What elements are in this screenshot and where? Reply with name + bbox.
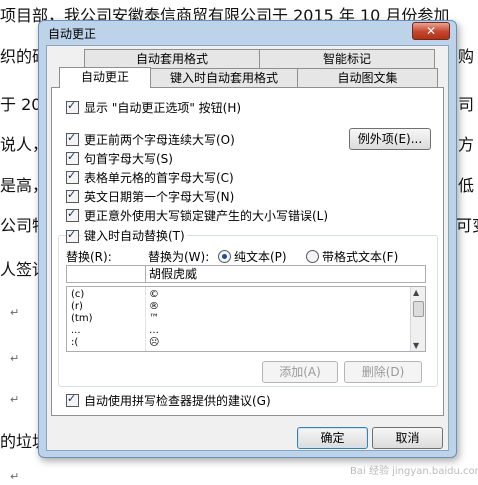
entry-from: (c) xyxy=(71,289,85,300)
option-checkbox[interactable] xyxy=(66,207,79,222)
entry-to: … xyxy=(149,325,159,336)
ok-button[interactable]: 确定 xyxy=(297,427,368,449)
tab-autocorrect[interactable]: 自动更正 xyxy=(59,67,151,88)
autocorrect-entries-list[interactable]: (c) © (r) ® (tm) ™ ... … :( ☹ ▲ ▼ xyxy=(66,286,426,352)
entry-to: ☹ xyxy=(149,337,160,348)
replace-label: 替换(R): xyxy=(66,250,112,264)
doc-right-fragment-3: 方 xyxy=(458,135,475,154)
close-button[interactable]: ✕ xyxy=(412,22,450,40)
close-icon: ✕ xyxy=(425,24,437,38)
replace-input[interactable] xyxy=(66,265,146,283)
formatted-text-radio[interactable] xyxy=(306,250,319,263)
option-label: 更正前两个字母连续大写(O) xyxy=(84,133,235,147)
replace-while-typing-label: 键入时自动替换(T) xyxy=(82,227,187,244)
list-item[interactable]: ... … xyxy=(67,325,409,336)
entry-from: :( xyxy=(71,337,79,348)
list-item[interactable]: (r) ® xyxy=(67,301,409,312)
scroll-down-icon[interactable]: ▼ xyxy=(413,341,419,350)
list-item[interactable]: :( ☹ xyxy=(67,337,409,348)
doc-right-fragment-2: 司 xyxy=(458,95,475,114)
pilcrow-mark: ↵ xyxy=(10,352,20,365)
plain-text-label: 纯文本(P) xyxy=(234,250,287,264)
list-item[interactable]: (tm) ™ xyxy=(67,313,409,324)
show-options-label: 显示 "自动更正选项" 按钮(H) xyxy=(84,101,242,115)
tab-smart-tags[interactable]: 智能标记 xyxy=(259,49,435,68)
list-item[interactable]: (c) © xyxy=(67,289,409,300)
list-scrollbar[interactable]: ▲ ▼ xyxy=(410,287,425,351)
option-checkbox[interactable] xyxy=(66,150,79,165)
replace-with-label: 替换为(W): xyxy=(148,250,210,264)
formatted-text-label: 带格式文本(F) xyxy=(322,250,399,264)
tab-autotext[interactable]: 自动图文集 xyxy=(297,68,438,87)
option-checkbox[interactable] xyxy=(66,169,79,184)
pilcrow-mark: ↵ xyxy=(10,393,20,406)
watermark: Bai 经验 jingyan.baidu.com xyxy=(350,466,478,477)
cancel-button[interactable]: 取消 xyxy=(372,427,443,449)
option-checkbox[interactable] xyxy=(66,131,79,146)
tab-autoformat-as-you-type[interactable]: 键入时自动套用格式 xyxy=(150,68,298,87)
dialog-title: 自动更正 xyxy=(48,27,97,41)
pilcrow-mark: ↵ xyxy=(10,306,20,319)
delete-button[interactable]: 删除(D) xyxy=(344,361,422,383)
entry-from: (tm) xyxy=(71,313,93,324)
option-label: 英文日期第一个字母大写(N) xyxy=(84,190,235,204)
pilcrow-mark: ↵ xyxy=(10,470,20,483)
replace-while-typing-checkbox[interactable] xyxy=(66,228,79,243)
spelling-suggestions-checkbox[interactable] xyxy=(66,392,79,407)
tab-autoformat[interactable]: 自动套用格式 xyxy=(84,49,260,68)
option-checkbox[interactable] xyxy=(66,188,79,203)
plain-text-radio[interactable] xyxy=(218,250,231,263)
scroll-thumb[interactable] xyxy=(413,301,424,317)
entry-from: (r) xyxy=(71,301,83,312)
doc-right-fragment-5: 可变 xyxy=(456,216,478,235)
entry-from: ... xyxy=(71,325,81,336)
exceptions-button[interactable]: 例外项(E)... xyxy=(349,128,431,150)
spelling-suggestions-label: 自动使用拼写检查器提供的建议(G) xyxy=(84,394,271,408)
column-divider xyxy=(145,287,146,351)
autocorrect-dialog: 自动更正 ✕ 自动套用格式 智能标记 自动更正 键入时自动套用格式 自动图文集 … xyxy=(38,20,457,458)
show-options-checkbox[interactable] xyxy=(66,99,79,114)
entry-to: © xyxy=(149,289,159,300)
doc-right-fragment-1: 购 xyxy=(458,47,475,66)
option-label: 更正意外使用大写锁定键产生的大小写错误(L) xyxy=(84,209,329,223)
autocorrect-panel: 显示 "自动更正选项" 按钮(H) 更正前两个字母连续大写(O) 例外项(E).… xyxy=(51,87,444,416)
option-label: 句首字母大写(S) xyxy=(84,152,173,166)
entry-to: ™ xyxy=(149,313,159,324)
scroll-up-icon[interactable]: ▲ xyxy=(413,288,419,297)
option-label: 表格单元格的首字母大写(C) xyxy=(84,171,234,185)
doc-right-fragment-4: 低 xyxy=(458,176,475,195)
dialog-body: 自动套用格式 智能标记 自动更正 键入时自动套用格式 自动图文集 显示 "自动更… xyxy=(46,45,449,451)
add-button[interactable]: 添加(A) xyxy=(262,361,338,383)
entry-to: ® xyxy=(149,301,159,312)
title-bar[interactable]: 自动更正 ✕ xyxy=(39,21,456,43)
replace-with-input[interactable]: 胡假虎威 xyxy=(145,265,426,283)
